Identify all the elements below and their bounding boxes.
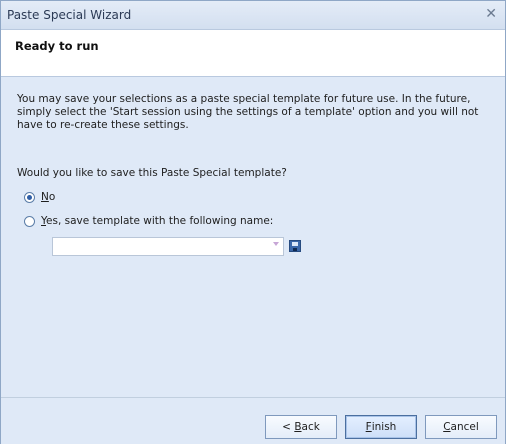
close-icon[interactable]: ✕	[485, 6, 497, 22]
wizard-body: You may save your selections as a paste …	[1, 77, 505, 397]
finish-label-rest: inish	[371, 421, 397, 433]
radio-no-label[interactable]: No	[41, 191, 55, 203]
radio-yes-label[interactable]: Yes, save template with the following na…	[41, 215, 273, 227]
finish-button[interactable]: Finish	[345, 415, 417, 439]
cancel-button[interactable]: Cancel	[425, 415, 497, 439]
radio-yes[interactable]	[24, 215, 35, 227]
info-text: You may save your selections as a paste …	[17, 93, 479, 131]
radio-yes-row[interactable]: Yes, save template with the following na…	[24, 215, 273, 227]
chevron-down-icon[interactable]	[273, 242, 279, 246]
paste-special-wizard-window: Paste Special Wizard ✕ Ready to run You …	[0, 0, 506, 444]
back-prefix: <	[282, 421, 295, 433]
radio-no-label-rest: o	[48, 191, 56, 203]
back-button[interactable]: < Back	[265, 415, 337, 439]
page-title: Ready to run	[15, 39, 99, 53]
wizard-header: Ready to run	[1, 30, 505, 77]
title-bar: Paste Special Wizard ✕	[1, 1, 505, 30]
save-icon[interactable]	[289, 240, 301, 252]
cancel-label-rest: ancel	[450, 421, 479, 433]
radio-no-row[interactable]: No	[24, 191, 55, 203]
cancel-accesskey: C	[443, 421, 451, 433]
save-template-question: Would you like to save this Paste Specia…	[17, 167, 287, 179]
window-title: Paste Special Wizard	[7, 8, 132, 22]
template-name-combobox[interactable]	[52, 237, 284, 256]
radio-no-accesskey: N	[41, 191, 49, 203]
radio-no[interactable]	[24, 191, 35, 203]
back-accesskey: B	[294, 421, 302, 433]
wizard-footer: < Back Finish Cancel	[1, 397, 505, 444]
back-label-rest: ack	[301, 421, 320, 433]
radio-yes-label-rest: es, save template with the following nam…	[46, 215, 274, 227]
